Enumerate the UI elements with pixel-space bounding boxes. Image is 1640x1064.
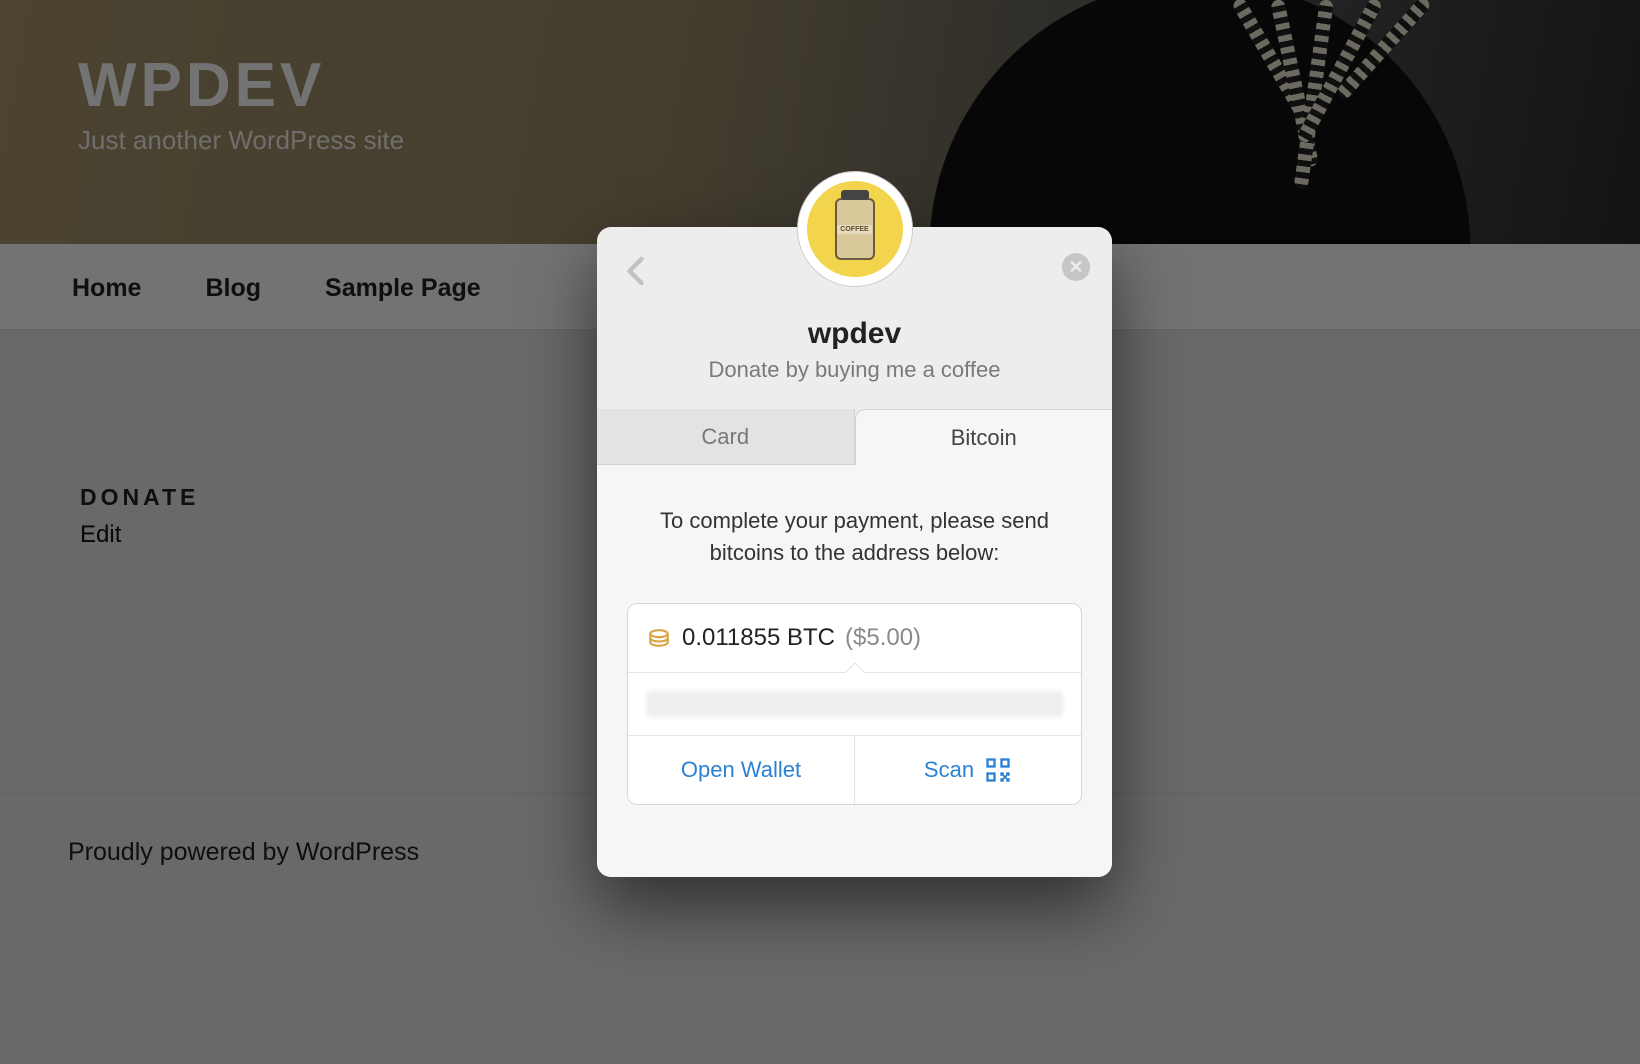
back-button[interactable] [619,253,655,289]
avatar: COFFEE [807,181,903,277]
tab-body-bitcoin: To complete your payment, please send bi… [597,465,1112,877]
bitcoin-address-row[interactable] [628,672,1081,735]
avatar-wrap: COFFEE [797,171,913,287]
bitcoin-coins-icon [646,625,672,651]
modal-title: wpdev [597,317,1112,351]
avatar-label: COFFEE [837,225,871,234]
amount-usd: ($5.00) [845,624,921,652]
close-button[interactable]: ✕ [1062,253,1090,281]
open-wallet-label: Open Wallet [681,757,801,783]
tab-card[interactable]: Card [597,409,855,465]
donate-modal: COFFEE ✕ wpdev Donate by buying me a cof… [597,227,1112,877]
coffee-jar-icon: COFFEE [835,198,875,260]
qr-code-icon [984,756,1012,784]
open-wallet-button[interactable]: Open Wallet [628,736,855,804]
scan-button[interactable]: Scan [855,736,1081,804]
modal-subtitle: Donate by buying me a coffee [597,357,1112,383]
payment-actions: Open Wallet Scan [628,735,1081,804]
payment-box: 0.011855 BTC ($5.00) Open Wallet Scan [627,603,1082,805]
bitcoin-address-hidden [646,691,1063,717]
scan-label: Scan [924,757,974,783]
payment-tabs: Card Bitcoin [597,409,1112,465]
payment-instruction: To complete your payment, please send bi… [627,505,1082,569]
amount-btc: 0.011855 BTC [682,624,835,652]
chevron-left-icon [619,276,655,293]
close-icon: ✕ [1068,257,1083,278]
tab-bitcoin[interactable]: Bitcoin [855,409,1113,465]
